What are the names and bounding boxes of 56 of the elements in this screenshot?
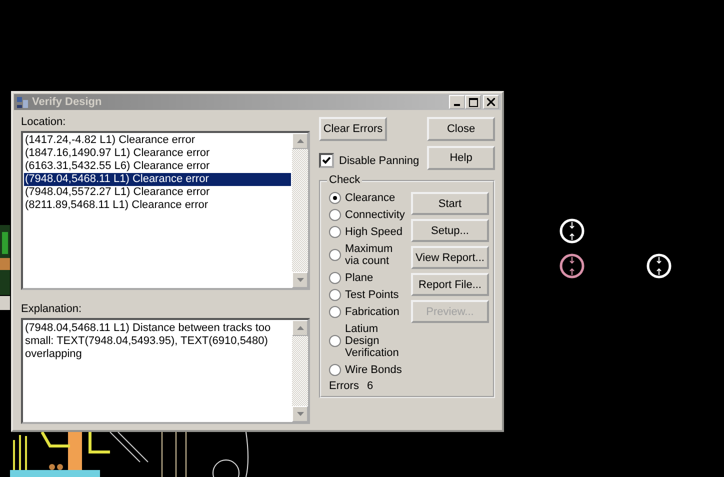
radio-button[interactable] [329, 209, 341, 221]
radio-button[interactable] [329, 272, 341, 284]
close-dialog-button[interactable]: Close [427, 117, 495, 141]
check-option-radio[interactable]: Clearance [329, 192, 407, 204]
clear-errors-button[interactable]: Clear Errors [319, 117, 387, 141]
check-option-radio[interactable]: High Speed [329, 226, 407, 238]
radio-button[interactable] [329, 364, 341, 376]
error-list-item[interactable]: (8211.89,5468.11 L1) Clearance error [24, 199, 291, 212]
window-title: Verify Design [32, 96, 102, 108]
error-list-item[interactable]: (6163.31,5432.55 L6) Clearance error [24, 160, 291, 173]
explanation-label: Explanation: [21, 302, 83, 316]
radio-button[interactable] [329, 192, 341, 204]
close-button[interactable] [483, 95, 499, 109]
radio-button[interactable] [329, 289, 341, 301]
checkmark-icon [322, 156, 331, 165]
scrollbar[interactable] [292, 320, 308, 422]
check-option-radio[interactable]: Wire Bonds [329, 364, 407, 376]
error-list-item[interactable]: (7948.04,5572.27 L1) Clearance error [24, 186, 291, 199]
help-button[interactable]: Help [427, 146, 495, 170]
check-option-radio[interactable]: Latium Design Verification [329, 323, 407, 359]
via-pad-icon [559, 253, 585, 279]
errors-label: Errors [329, 380, 359, 392]
scroll-down-icon[interactable] [296, 278, 304, 282]
radio-button[interactable] [329, 249, 341, 261]
check-group-label: Check [327, 174, 362, 186]
action-button[interactable]: Setup... [411, 219, 489, 242]
check-option-radio[interactable]: Fabrication [329, 306, 407, 318]
action-button[interactable]: Start [411, 192, 489, 215]
check-option-radio[interactable]: Connectivity [329, 209, 407, 221]
via-pad-icon [646, 253, 672, 279]
check-option-radio[interactable]: Maximum via count [329, 243, 407, 267]
disable-panning-checkbox[interactable]: Disable Panning [319, 153, 420, 168]
scroll-down-icon[interactable] [296, 412, 304, 416]
error-list-item[interactable]: (7948.04,5468.11 L1) Clearance error [24, 173, 291, 186]
via-pad-icon [559, 218, 585, 244]
maximize-button[interactable] [465, 95, 481, 109]
check-option-radio[interactable]: Plane [329, 272, 407, 284]
radio-button[interactable] [329, 335, 341, 347]
minimize-button[interactable] [449, 95, 465, 109]
action-button[interactable]: Report File... [411, 273, 489, 296]
scroll-up-icon[interactable] [296, 139, 304, 143]
errors-count: 6 [366, 380, 374, 392]
checkbox[interactable] [319, 153, 334, 168]
check-option-radio[interactable]: Test Points [329, 289, 407, 301]
radio-button[interactable] [329, 226, 341, 238]
maximize-icon [468, 98, 478, 106]
location-label: Location: [21, 115, 67, 129]
radio-button[interactable] [329, 306, 341, 318]
app-icon [16, 96, 29, 108]
action-button[interactable]: View Report... [411, 246, 489, 269]
scroll-up-icon[interactable] [296, 326, 304, 330]
scrollbar[interactable] [292, 133, 308, 288]
explanation-text: (7948.04,5468.11 L1) Distance between tracks too small: TEXT(7948.04,5493.95), TEXT(6910,5480) overlapping [24, 321, 272, 362]
close-icon [487, 98, 495, 106]
error-list-item[interactable]: (1417.24,-4.82 L1) Clearance error [24, 134, 291, 147]
error-list-item[interactable]: (1847.16,1490.97 L1) Clearance error [24, 147, 291, 160]
